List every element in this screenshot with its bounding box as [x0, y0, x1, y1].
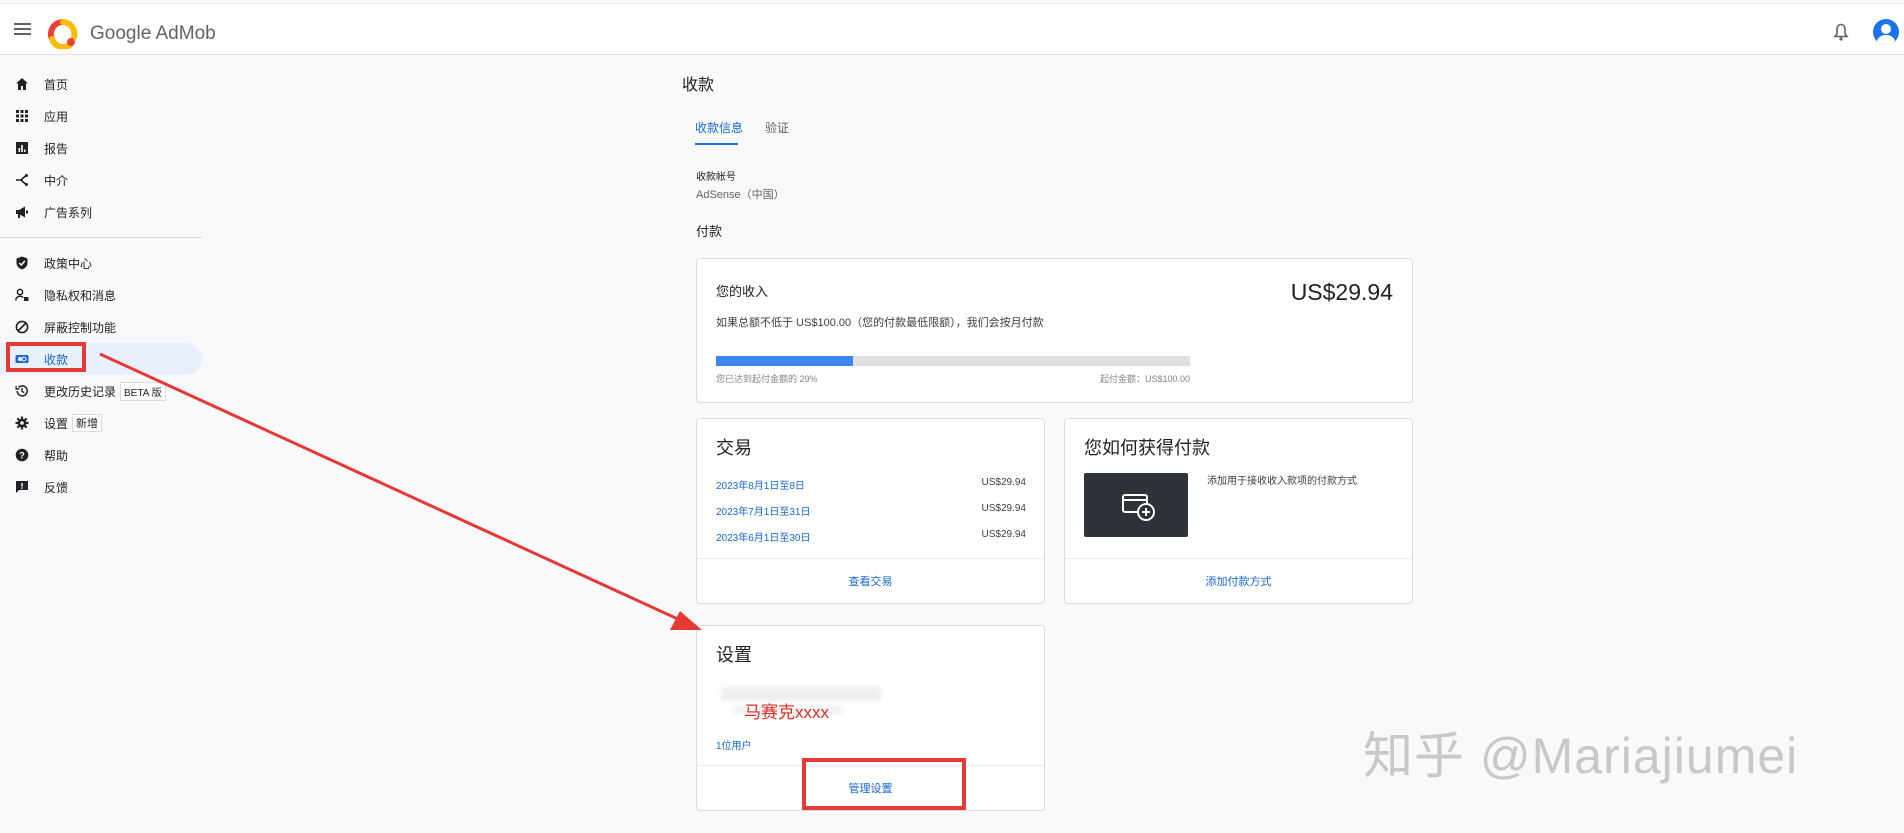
annotation-arrow: [99, 352, 702, 630]
zhihu-watermark: 知乎 @Mariajiumei: [1363, 728, 1799, 784]
